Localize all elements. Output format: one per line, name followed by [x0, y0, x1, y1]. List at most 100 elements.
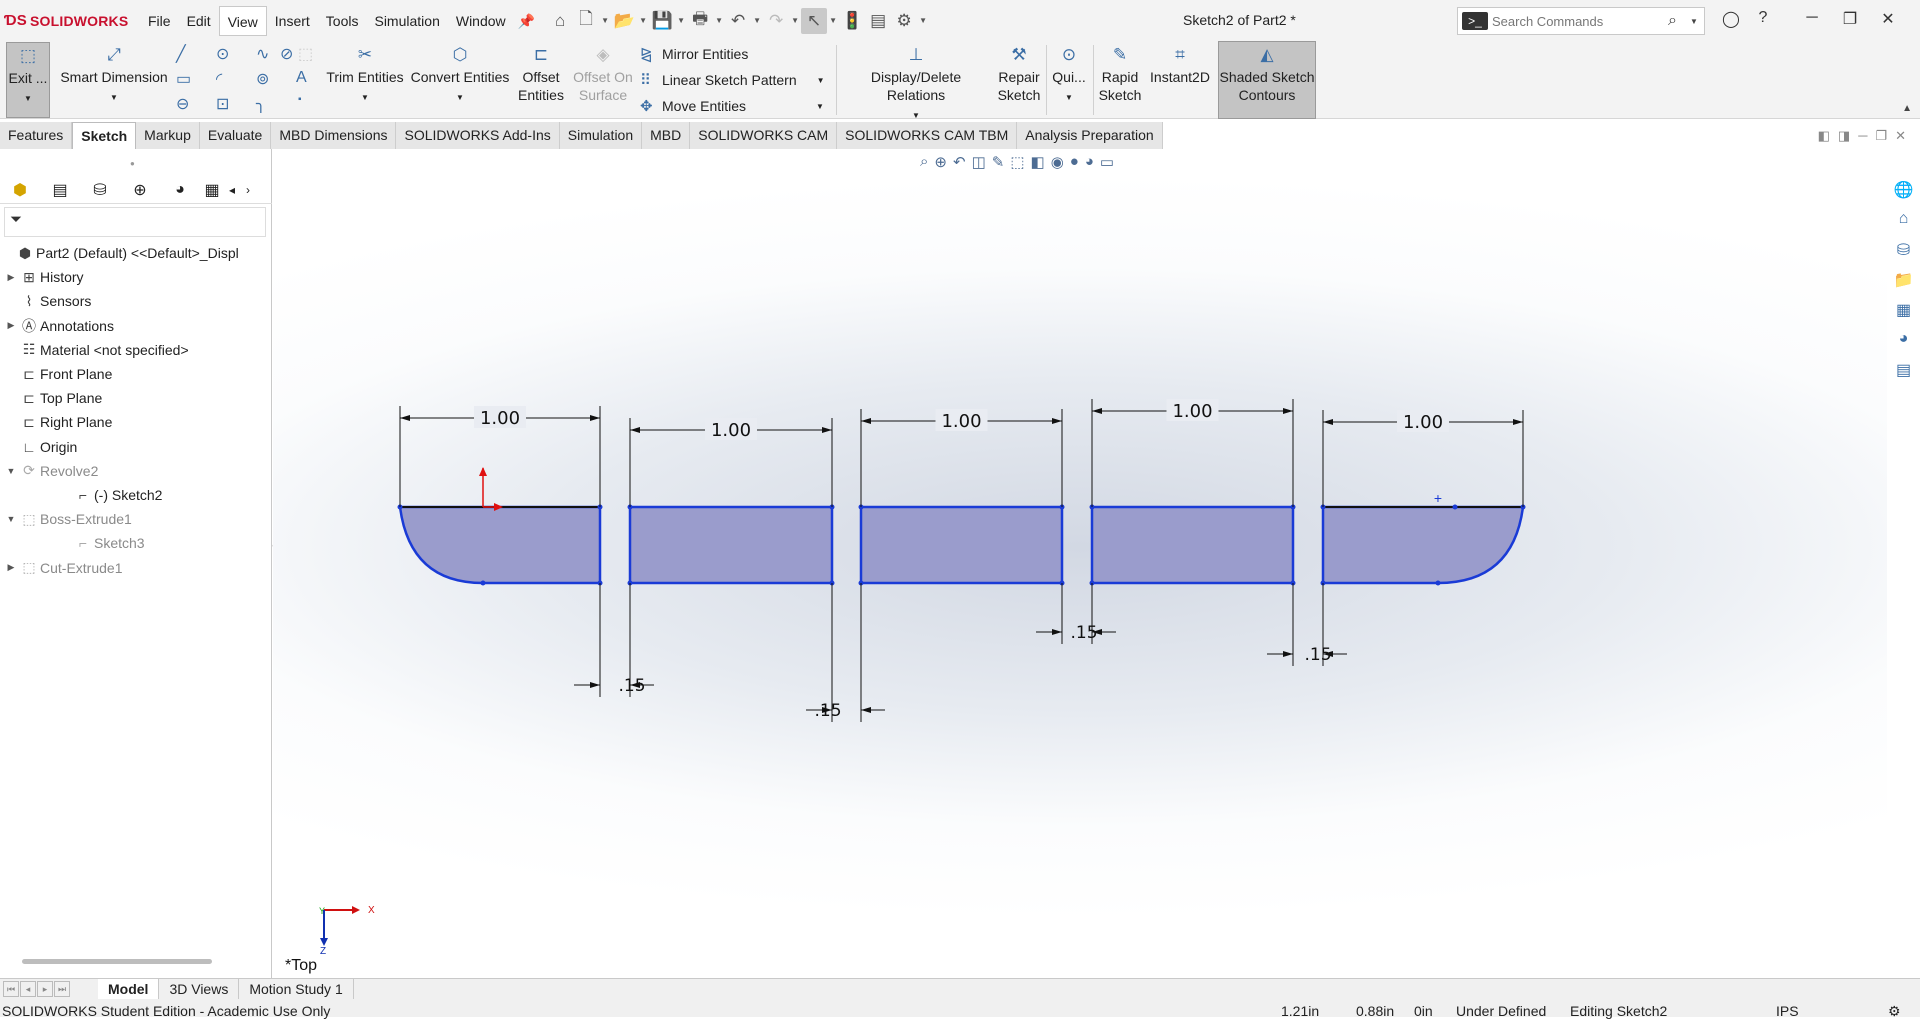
- menu-tools[interactable]: Tools: [318, 6, 367, 36]
- apply-scene-icon[interactable]: ◕: [1085, 153, 1094, 171]
- save-icon[interactable]: 💾: [649, 8, 675, 34]
- offset-entities-button[interactable]: ⊏ Offset Entities: [516, 42, 566, 104]
- doc-restore-icon[interactable]: ❐: [1875, 128, 1887, 144]
- arrowhead[interactable]: [590, 415, 600, 421]
- rectangle-icon[interactable]: ▭: [176, 69, 191, 89]
- display-delete-relations-button[interactable]: ⊥ Display/Delete Relations ▼: [840, 42, 992, 125]
- chevron-down-icon[interactable]: ▼: [675, 16, 687, 25]
- dynamic-annotation-icon[interactable]: ✎: [992, 153, 1005, 171]
- close-icon[interactable]: ✕: [1872, 9, 1904, 29]
- tab-evaluate[interactable]: Evaluate: [199, 122, 272, 149]
- arrowhead[interactable]: [1283, 651, 1293, 657]
- arrowhead[interactable]: [861, 707, 871, 713]
- zoom-to-area-icon[interactable]: ⊕: [934, 153, 947, 171]
- polygon-icon[interactable]: ⊚: [256, 69, 269, 89]
- dimension-value[interactable]: 1.00: [941, 411, 981, 432]
- tree-item[interactable]: ⊏ Right Plane: [0, 410, 112, 434]
- sketch-point[interactable]: [1452, 504, 1458, 510]
- line-icon[interactable]: ╱: [176, 44, 186, 64]
- arrowhead[interactable]: [1513, 419, 1523, 425]
- trim-entities-button[interactable]: ✂ Trim Entities ▼: [326, 42, 404, 107]
- text-icon[interactable]: A: [296, 69, 307, 87]
- print-icon[interactable]: 🖶: [687, 8, 713, 34]
- arrowhead[interactable]: [861, 418, 871, 424]
- feature-manager-icon[interactable]: ⬢: [0, 180, 40, 200]
- filter-icon[interactable]: ⏷: [4, 207, 266, 237]
- sketch-profile-right[interactable]: [1321, 505, 1525, 585]
- instant2d-button[interactable]: ⌗ Instant2D: [1148, 42, 1212, 86]
- file-properties-icon[interactable]: ▤: [865, 8, 891, 34]
- dimension-value[interactable]: .15: [618, 676, 645, 696]
- slot-icon[interactable]: ⊖: [176, 94, 189, 114]
- view-orientation-icon[interactable]: ⬚: [1010, 153, 1024, 171]
- section-view-icon[interactable]: ◫: [972, 153, 986, 171]
- help-icon[interactable]: ?: [1747, 9, 1779, 29]
- view-palette-icon[interactable]: ▦: [1891, 300, 1917, 322]
- arrowhead[interactable]: [1283, 408, 1293, 414]
- configuration-manager-icon[interactable]: ⛁: [80, 180, 120, 200]
- user-account-icon[interactable]: ◯: [1715, 9, 1747, 29]
- triad-z-arrow[interactable]: [320, 938, 328, 946]
- tree-item[interactable]: ⌐ Sketch3: [0, 531, 145, 555]
- tab-model[interactable]: Model: [98, 978, 160, 1000]
- menu-simulation[interactable]: Simulation: [366, 6, 447, 36]
- chamfer-icon[interactable]: ╮: [256, 94, 266, 114]
- doc-close-icon[interactable]: ✕: [1895, 128, 1906, 144]
- solidworks-resources-icon[interactable]: 🌐: [1891, 180, 1917, 202]
- tab-simulation[interactable]: Simulation: [559, 122, 643, 149]
- tab-solidworks-cam[interactable]: SOLIDWORKS CAM: [690, 122, 838, 149]
- panel-grip-icon[interactable]: ●: [130, 159, 135, 168]
- tab-3d-views[interactable]: 3D Views: [159, 978, 240, 1000]
- menu-insert[interactable]: Insert: [267, 6, 318, 36]
- tree-item[interactable]: ▼ ⟳ Revolve2: [0, 459, 99, 483]
- offset-on-surface-button[interactable]: ◈ Offset On Surface: [570, 42, 636, 104]
- expand-arrow-icon[interactable]: ▼: [4, 466, 18, 476]
- solidworks-logo[interactable]: ƊS SOLIDWORKS: [4, 12, 140, 29]
- horizontal-scrollbar[interactable]: [22, 959, 212, 964]
- tab-mbd-dimensions[interactable]: MBD Dimensions: [271, 122, 397, 149]
- exit-sketch-button[interactable]: ⬚ Exit ... ▼: [6, 42, 50, 118]
- convert-entities-button[interactable]: ⬡ Convert Entities ▼: [410, 42, 510, 107]
- display-style-icon[interactable]: ◧: [1031, 153, 1045, 171]
- dimension-value[interactable]: 1.00: [1403, 412, 1443, 433]
- chevron-down-icon[interactable]: ▼: [1690, 17, 1704, 26]
- arrowhead[interactable]: [400, 415, 410, 421]
- tree-item[interactable]: ▼ ⬚ Boss-Extrude1: [0, 507, 132, 531]
- zoom-to-fit-icon[interactable]: ⌕: [920, 153, 928, 171]
- fillet-icon[interactable]: ⬚: [298, 44, 313, 64]
- display-manager-icon[interactable]: ◕: [160, 181, 200, 199]
- circle-icon[interactable]: ⊙: [216, 44, 229, 64]
- tab-sketch[interactable]: Sketch: [72, 122, 137, 149]
- custom-properties-icon[interactable]: ▤: [1891, 360, 1917, 382]
- sketch-point[interactable]: [1435, 580, 1441, 586]
- expand-arrow-icon[interactable]: ▶: [4, 562, 18, 573]
- sketch-rectangle-1[interactable]: [628, 505, 834, 585]
- chevron-down-icon[interactable]: ▼: [917, 16, 929, 25]
- tile-right-icon[interactable]: ◨: [1838, 128, 1850, 144]
- tree-item[interactable]: ▶ ⊞ History: [0, 265, 84, 289]
- menu-edit[interactable]: Edit: [179, 6, 219, 36]
- triad-x-arrow[interactable]: [352, 906, 360, 914]
- origin-arrow-up[interactable]: [479, 467, 487, 476]
- sketch-point[interactable]: [480, 580, 486, 586]
- dimension-value[interactable]: 1.00: [480, 408, 520, 429]
- dimension-value[interactable]: .15: [1070, 623, 1097, 643]
- sketch-rectangle-2[interactable]: [859, 505, 1064, 585]
- home-icon[interactable]: ⌂: [547, 8, 573, 34]
- file-explorer-icon[interactable]: 📁: [1891, 270, 1917, 292]
- dimension-value[interactable]: .15: [1304, 645, 1331, 665]
- pin-icon[interactable]: 📌: [514, 6, 539, 36]
- dimension-value[interactable]: .15: [814, 701, 841, 721]
- hide-show-items-icon[interactable]: ◉: [1051, 153, 1064, 171]
- triad-x-label[interactable]: X: [368, 905, 375, 916]
- tree-item[interactable]: ⊏ Top Plane: [0, 386, 102, 410]
- sketch-canvas[interactable]: 1.00 1.00 1.00 1.00 1.00 .15 .15 .15 .15 + X Y Z: [273, 149, 1887, 978]
- restore-icon[interactable]: ❐: [1834, 9, 1866, 29]
- spline-icon[interactable]: ∿: [256, 44, 269, 64]
- previous-view-icon[interactable]: ↶: [953, 153, 966, 171]
- search-input[interactable]: Search Commands: [1492, 14, 1668, 29]
- tree-item[interactable]: ⬢ Part2 (Default) <<Default>_Displ: [0, 241, 239, 265]
- expand-arrow-icon[interactable]: ▶: [4, 272, 18, 283]
- property-manager-icon[interactable]: ▤: [40, 180, 80, 200]
- cam-manager-icon[interactable]: ▦: [200, 180, 224, 200]
